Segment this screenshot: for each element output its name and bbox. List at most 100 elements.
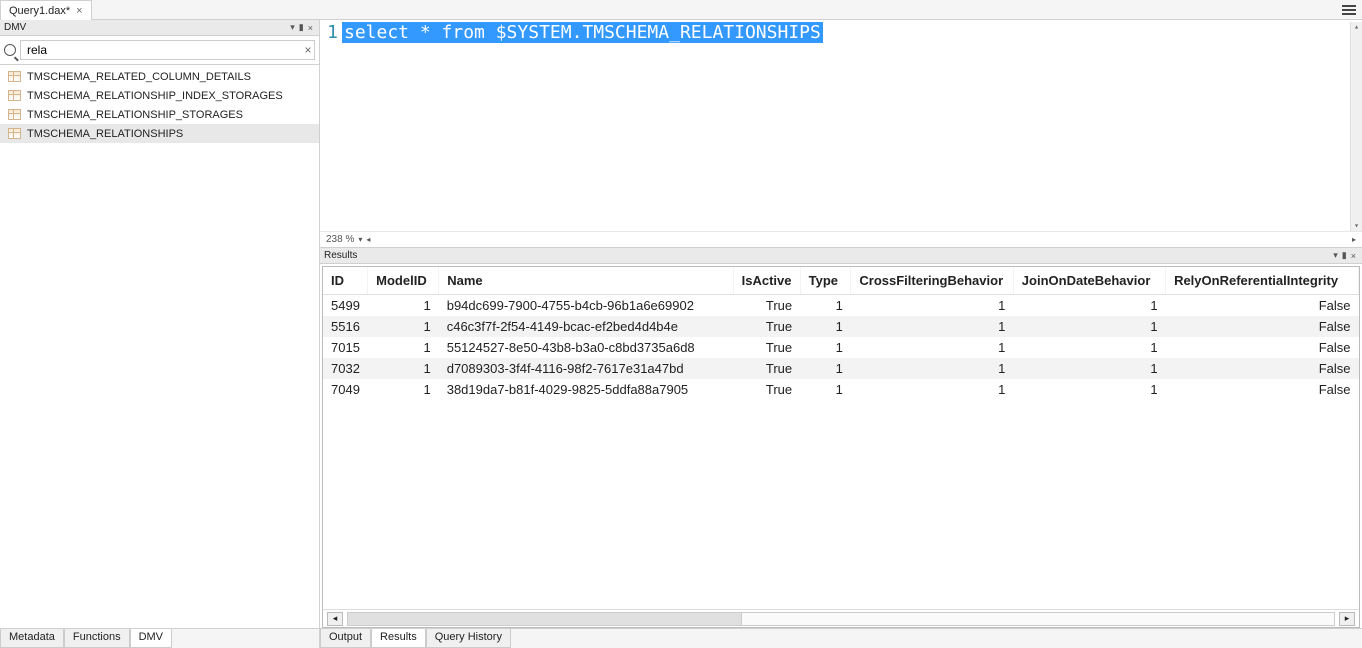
table-row[interactable]: 7015155124527-8e50-43b8-b3a0-c8bd3735a6d… [323, 337, 1359, 358]
search-input[interactable] [20, 40, 315, 60]
column-header[interactable]: Name [439, 267, 733, 295]
dropdown-icon[interactable]: ▾ [288, 22, 297, 33]
bottom-tab[interactable]: Functions [64, 629, 130, 648]
right-bottom-tabs: OutputResultsQuery History [320, 628, 1362, 648]
dmv-item[interactable]: TMSCHEMA_RELATIONSHIP_STORAGES [0, 105, 319, 124]
dmv-panel-title: DMV [4, 22, 288, 33]
zoom-level: 238 % [326, 234, 354, 245]
editor-gutter: 1 [320, 22, 342, 231]
column-header[interactable]: ModelID [368, 267, 439, 295]
column-header[interactable]: CrossFilteringBehavior [851, 267, 1013, 295]
cell: 1 [851, 358, 1013, 379]
bottom-tab[interactable]: Results [371, 629, 426, 648]
dmv-panel: DMV ▾ ▮ × × TMSCHEMA_RELATED_COLUMN_DETA… [0, 20, 320, 628]
hscroll-track[interactable] [347, 612, 1335, 626]
cell: False [1166, 316, 1359, 337]
cell: 1 [368, 358, 439, 379]
table-row[interactable]: 70321d7089303-3f4f-4116-98f2-7617e31a47b… [323, 358, 1359, 379]
results-panel-header: Results ▾ ▮ × [320, 248, 1362, 264]
hscroll-left-icon[interactable]: ◂ [366, 235, 370, 244]
query-editor[interactable]: select * from $SYSTEM.TMSCHEMA_RELATIONS… [342, 22, 1350, 231]
dmv-item-label: TMSCHEMA_RELATIONSHIPS [27, 128, 183, 140]
document-tab[interactable]: Query1.dax* × [0, 0, 92, 20]
cell: False [1166, 295, 1359, 317]
cell: c46c3f7f-2f54-4149-bcac-ef2bed4d4b4e [439, 316, 733, 337]
table-icon [8, 90, 21, 101]
bottom-tab[interactable]: Output [320, 629, 371, 648]
cell: 1 [1013, 316, 1165, 337]
cell: 1 [1013, 358, 1165, 379]
cell: 7049 [323, 379, 368, 400]
cell: b94dc699-7900-4755-b4cb-96b1a6e69902 [439, 295, 733, 317]
cell: 1 [851, 316, 1013, 337]
bottom-tab[interactable]: Metadata [0, 629, 64, 648]
column-header[interactable]: RelyOnReferentialIntegrity [1166, 267, 1359, 295]
table-icon [8, 71, 21, 82]
cell: 7032 [323, 358, 368, 379]
zoom-dropdown-icon[interactable]: ▾ [358, 235, 362, 244]
cell: 1 [368, 316, 439, 337]
table-row[interactable]: 7049138d19da7-b81f-4029-9825-5ddfa88a790… [323, 379, 1359, 400]
cell: 1 [851, 379, 1013, 400]
search-icon [4, 44, 16, 56]
cell: 55124527-8e50-43b8-b3a0-c8bd3735a6d8 [439, 337, 733, 358]
scroll-right-icon[interactable]: ▸ [1339, 612, 1355, 626]
dmv-item-label: TMSCHEMA_RELATED_COLUMN_DETAILS [27, 71, 251, 83]
dmv-item[interactable]: TMSCHEMA_RELATIONSHIPS [0, 124, 319, 143]
scroll-down-icon[interactable]: ▾ [1352, 221, 1361, 231]
column-header[interactable]: IsActive [733, 267, 800, 295]
dmv-item[interactable]: TMSCHEMA_RELATED_COLUMN_DETAILS [0, 67, 319, 86]
hscroll-right-icon[interactable]: ▸ [1352, 235, 1356, 244]
table-row[interactable]: 55161c46c3f7f-2f54-4149-bcac-ef2bed4d4b4… [323, 316, 1359, 337]
hscroll-thumb[interactable] [348, 613, 742, 625]
line-number: 1 [327, 22, 338, 43]
dmv-item-label: TMSCHEMA_RELATIONSHIP_STORAGES [27, 109, 243, 121]
cell: 1 [368, 295, 439, 317]
scroll-up-icon[interactable]: ▴ [1352, 22, 1361, 32]
cell: 1 [800, 295, 851, 317]
cell: 1 [368, 379, 439, 400]
cell: 5516 [323, 316, 368, 337]
cell: 1 [368, 337, 439, 358]
cell: 38d19da7-b81f-4029-9825-5ddfa88a7905 [439, 379, 733, 400]
results-panel-title: Results [324, 250, 1331, 261]
cell: True [733, 379, 800, 400]
results-panel: Results ▾ ▮ × IDModelIDNameIsActiveTypeC… [320, 248, 1362, 628]
clear-icon[interactable]: × [301, 43, 315, 57]
cell: 7015 [323, 337, 368, 358]
column-header[interactable]: ID [323, 267, 368, 295]
results-hscroll[interactable]: ◂ ▸ [323, 609, 1359, 627]
dropdown-icon[interactable]: ▾ [1331, 250, 1340, 261]
cell: False [1166, 379, 1359, 400]
results-grid[interactable]: IDModelIDNameIsActiveTypeCrossFilteringB… [323, 267, 1359, 400]
pin-icon[interactable]: ▮ [1340, 250, 1349, 261]
cell: d7089303-3f4f-4116-98f2-7617e31a47bd [439, 358, 733, 379]
document-tabs: Query1.dax* × [0, 0, 1362, 20]
cell: 1 [800, 358, 851, 379]
scroll-left-icon[interactable]: ◂ [327, 612, 343, 626]
editor-vscroll[interactable]: ▴ ▾ [1350, 22, 1362, 231]
query-editor-panel: 1 select * from $SYSTEM.TMSCHEMA_RELATIO… [320, 20, 1362, 248]
dmv-item[interactable]: TMSCHEMA_RELATIONSHIP_INDEX_STORAGES [0, 86, 319, 105]
cell: 1 [800, 316, 851, 337]
cell: True [733, 337, 800, 358]
table-row[interactable]: 54991b94dc699-7900-4755-b4cb-96b1a6e6990… [323, 295, 1359, 317]
bottom-tab[interactable]: Query History [426, 629, 511, 648]
close-icon[interactable]: × [76, 5, 82, 17]
close-icon[interactable]: × [1349, 251, 1358, 261]
dmv-search: × [0, 36, 319, 65]
pin-icon[interactable]: ▮ [297, 22, 306, 33]
document-tab-label: Query1.dax* [9, 5, 70, 17]
dmv-tree: TMSCHEMA_RELATED_COLUMN_DETAILS TMSCHEMA_… [0, 65, 319, 628]
cell: 1 [851, 295, 1013, 317]
tab-menu-icon[interactable] [1342, 5, 1356, 15]
column-header[interactable]: JoinOnDateBehavior [1013, 267, 1165, 295]
cell: True [733, 316, 800, 337]
table-icon [8, 128, 21, 139]
column-header[interactable]: Type [800, 267, 851, 295]
bottom-tab[interactable]: DMV [130, 629, 172, 648]
close-icon[interactable]: × [306, 23, 315, 33]
query-text: select * from $SYSTEM.TMSCHEMA_RELATIONS… [342, 22, 823, 43]
table-icon [8, 109, 21, 120]
cell: False [1166, 337, 1359, 358]
